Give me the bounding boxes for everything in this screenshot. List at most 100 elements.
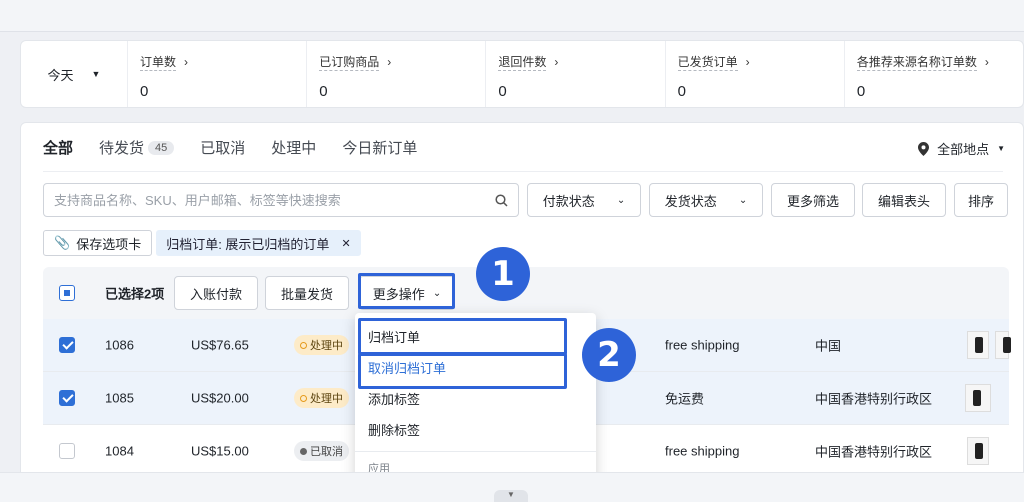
chevron-down-icon: ⌄ [616, 194, 626, 206]
chevron-right-icon: › [984, 55, 989, 69]
product-thumbnail [965, 384, 991, 412]
tab-divider [43, 171, 1003, 172]
location-select[interactable]: 全部地点 ▼ [918, 139, 1005, 158]
collapse-handle-icon[interactable]: ▼ [494, 490, 528, 502]
tab-label: 待发货 [99, 140, 145, 157]
stat-referral-orders[interactable]: 各推荐来源名称订单数 › 0 [843, 41, 1023, 107]
status-label: 已取消 [310, 446, 343, 458]
tab-all[interactable]: 全部 [43, 137, 73, 158]
stat-returns[interactable]: 退回件数 › 0 [485, 41, 664, 107]
status-dot-icon [300, 394, 307, 402]
menu-item-label: 添加标签 [368, 392, 421, 407]
order-amount: US$20.00 [191, 390, 249, 406]
status-dot-icon [300, 447, 307, 455]
stat-ordered-products[interactable]: 已订购商品 › 0 [306, 41, 485, 107]
region: 中国 [815, 338, 842, 354]
chip-label: 保存选项卡 [76, 236, 142, 252]
stat-value: 0 [856, 83, 866, 100]
status-label: 处理中 [310, 340, 343, 352]
product-thumbnail [967, 437, 989, 465]
step-2-badge: 2 [582, 328, 636, 382]
location-label: 全部地点 [937, 142, 990, 157]
stat-orders[interactable]: 订单数 › 0 [127, 41, 306, 107]
order-id: 1086 [105, 337, 134, 353]
highlight-unarchive [358, 353, 567, 389]
chevron-right-icon: › [387, 55, 392, 69]
filter-chips: 📎 保存选项卡 归档订单: 展示已归档的订单 ✕ [43, 230, 361, 256]
filter-label: 付款状态 [542, 193, 595, 209]
tab-processing[interactable]: 处理中 [271, 137, 316, 158]
status-badge: 处理中 [294, 335, 349, 355]
status-dot-icon [300, 341, 307, 349]
stat-value: 0 [140, 83, 149, 100]
capture-payment-button[interactable]: 入账付款 [174, 276, 258, 310]
stat-label: 退回件数 [498, 55, 547, 71]
row-checkbox[interactable] [59, 337, 75, 353]
close-icon[interactable]: ✕ [341, 237, 350, 250]
button-label: 排序 [967, 193, 994, 209]
highlight-more-actions [358, 273, 455, 309]
archived-filter-chip: 归档订单: 展示已归档的订单 ✕ [156, 230, 361, 256]
row-checkbox[interactable] [59, 443, 75, 459]
edit-header-button[interactable]: 编辑表头 [862, 183, 946, 217]
top-bar [0, 0, 1024, 32]
search-input[interactable] [54, 192, 495, 208]
chevron-right-icon: › [554, 55, 559, 69]
button-label: 批量发货 [280, 286, 333, 302]
sort-button[interactable]: 排序 [954, 183, 1008, 217]
stat-label: 已订购商品 [319, 55, 380, 71]
shipping-method: free shipping [665, 337, 740, 353]
stat-value: 0 [498, 83, 507, 100]
stat-value: 0 [677, 83, 686, 100]
shipping-status-filter[interactable]: 发货状态 ⌄ [649, 183, 763, 217]
search-icon[interactable] [495, 193, 508, 207]
status-badge: 处理中 [294, 388, 349, 408]
step-1-badge: 1 [476, 247, 530, 301]
tab-label: 全部 [43, 140, 74, 157]
chevron-right-icon: › [745, 55, 750, 69]
shipping-method: free shipping [665, 443, 740, 459]
tab-pending-shipment[interactable]: 待发货 45 [99, 137, 175, 158]
tab-label: 今日新订单 [342, 140, 418, 157]
stat-label: 各推荐来源名称订单数 [856, 55, 977, 71]
status-badge: 已取消 [294, 441, 349, 461]
stat-label: 已发货订单 [677, 55, 738, 71]
select-all-checkbox[interactable] [59, 285, 75, 301]
order-amount: US$15.00 [191, 443, 249, 459]
caret-down-icon: ▼ [91, 69, 101, 79]
stat-value: 0 [319, 83, 328, 100]
order-amount: US$76.65 [191, 337, 249, 353]
status-label: 处理中 [310, 393, 343, 405]
search-box [43, 183, 519, 217]
product-thumbnail [967, 331, 989, 359]
tab-label: 处理中 [271, 140, 317, 157]
count-badge: 45 [148, 141, 175, 155]
menu-item-remove-tag[interactable]: 删除标签 [355, 414, 596, 445]
more-filters-button[interactable]: 更多筛选 [771, 183, 855, 217]
period-select[interactable]: 今天 ▼ [21, 41, 127, 107]
product-thumbnail [995, 331, 1011, 359]
region: 中国香港特别行政区 [815, 391, 933, 407]
button-label: 编辑表头 [877, 193, 930, 209]
tab-cancelled[interactable]: 已取消 [200, 137, 245, 158]
bulk-fulfill-button[interactable]: 批量发货 [265, 276, 349, 310]
button-label: 更多筛选 [786, 193, 839, 209]
selected-count: 已选择2项 [105, 286, 165, 302]
row-checkbox[interactable] [59, 390, 75, 406]
shipping-method: 免运费 [665, 391, 705, 407]
order-tabs: 全部 待发货 45 已取消 处理中 今日新订单 [43, 137, 417, 158]
region: 中国香港特别行政区 [815, 444, 933, 460]
highlight-archive [358, 318, 567, 355]
menu-item-label: 删除标签 [368, 423, 421, 438]
chevron-right-icon: › [184, 55, 189, 69]
save-tab-button[interactable]: 📎 保存选项卡 [43, 230, 153, 256]
chip-label: 归档订单: 展示已归档的订单 [166, 236, 330, 252]
stat-label: 订单数 [140, 55, 177, 71]
filter-label: 发货状态 [664, 193, 717, 209]
caret-down-icon: ▼ [997, 144, 1005, 153]
order-id: 1084 [105, 443, 134, 459]
tab-new-today[interactable]: 今日新订单 [342, 137, 417, 158]
payment-status-filter[interactable]: 付款状态 ⌄ [527, 183, 641, 217]
button-label: 入账付款 [189, 286, 242, 302]
stat-shipped[interactable]: 已发货订单 › 0 [664, 41, 844, 107]
